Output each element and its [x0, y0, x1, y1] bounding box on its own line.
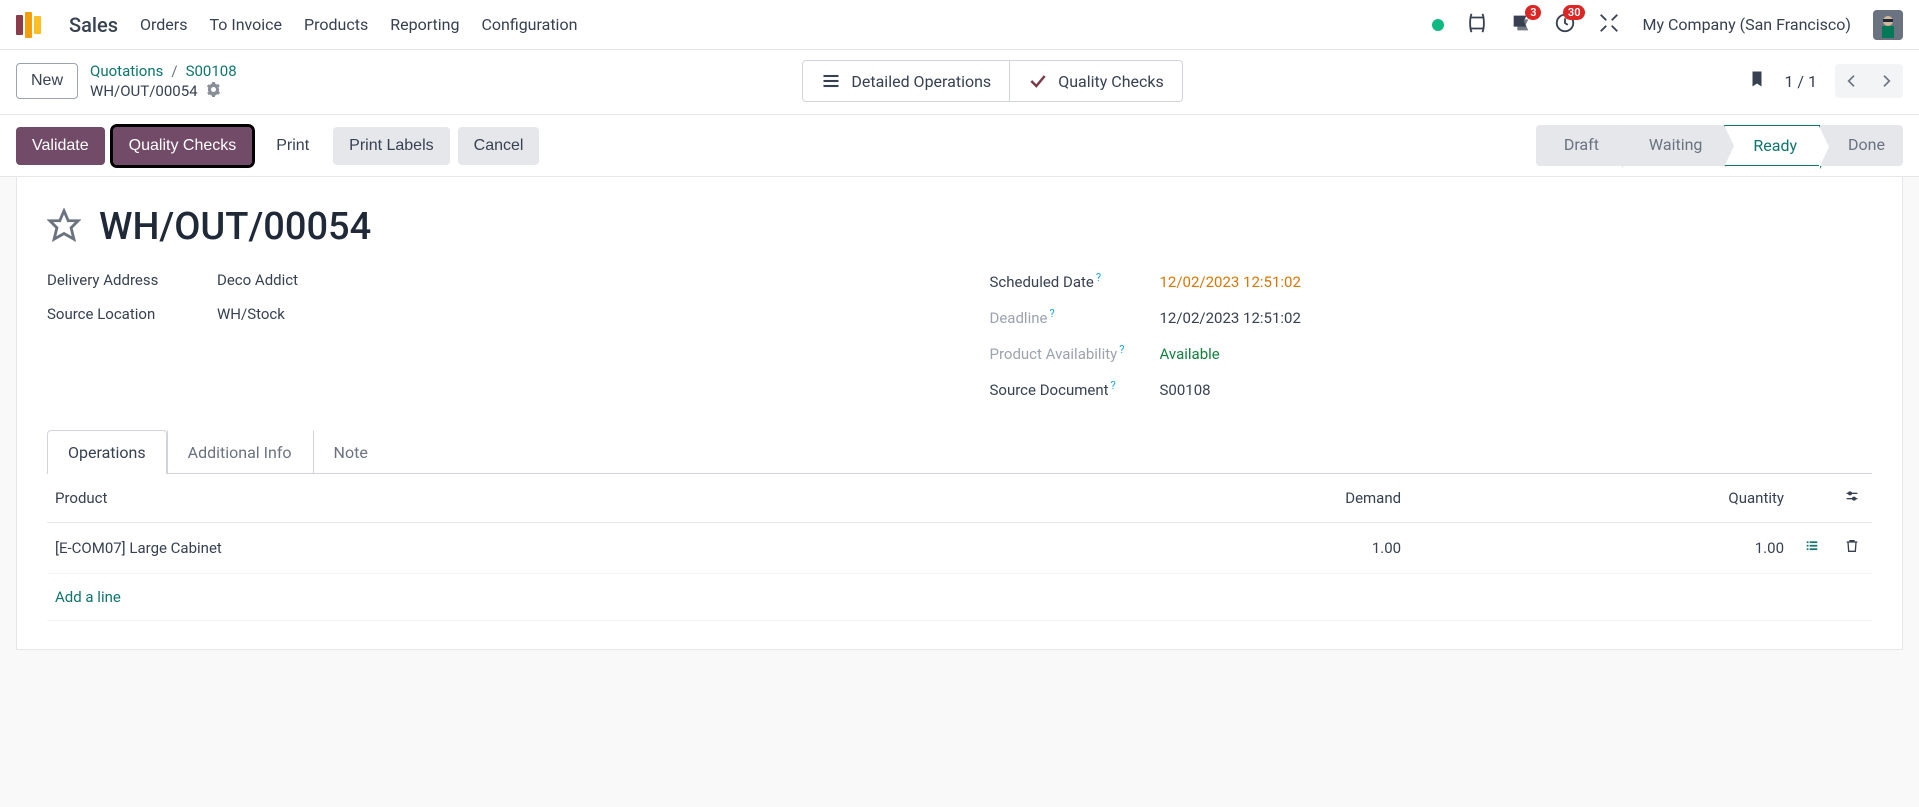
- cancel-button[interactable]: Cancel: [458, 127, 540, 165]
- deadline-label: Deadline?: [990, 307, 1140, 327]
- control-panel: New Quotations / S00108 WH/OUT/00054 Det…: [0, 50, 1919, 115]
- status-ready[interactable]: Ready: [1724, 125, 1820, 166]
- record-title: WH/OUT/00054: [99, 205, 371, 249]
- activities-icon[interactable]: 30: [1554, 12, 1576, 38]
- nav-configuration[interactable]: Configuration: [481, 15, 577, 34]
- app-name[interactable]: Sales: [69, 13, 118, 37]
- breadcrumb-sep: /: [171, 62, 177, 80]
- delivery-address-value[interactable]: Deco Addict: [217, 271, 298, 289]
- top-navbar: Sales Orders To Invoice Products Reporti…: [0, 0, 1919, 50]
- col-product[interactable]: Product: [47, 474, 1025, 523]
- pager-prev-button[interactable]: [1835, 64, 1869, 98]
- messages-badge: 3: [1525, 5, 1541, 20]
- gear-icon[interactable]: [206, 82, 221, 101]
- breadcrumb-order[interactable]: S00108: [186, 62, 237, 80]
- pager-text: 1 / 1: [1784, 72, 1817, 91]
- form-sheet: WH/OUT/00054 Delivery Address Deco Addic…: [16, 177, 1903, 650]
- print-button[interactable]: Print: [260, 127, 325, 165]
- nav-products[interactable]: Products: [304, 15, 368, 34]
- tabs: Operations Additional Info Note: [47, 429, 1872, 474]
- tab-note[interactable]: Note: [313, 430, 389, 474]
- tab-operations[interactable]: Operations: [47, 430, 167, 474]
- help-icon[interactable]: ?: [1049, 307, 1054, 320]
- nav-orders[interactable]: Orders: [140, 15, 187, 34]
- availability-label: Product Availability?: [990, 343, 1140, 363]
- delivery-address-label: Delivery Address: [47, 271, 197, 289]
- source-location-value[interactable]: WH/Stock: [217, 305, 285, 323]
- nav-reporting[interactable]: Reporting: [390, 15, 459, 34]
- help-icon[interactable]: ?: [1111, 379, 1116, 392]
- tab-additional-info[interactable]: Additional Info: [167, 430, 313, 474]
- company-selector[interactable]: My Company (San Francisco): [1642, 15, 1851, 34]
- detailed-operations-label: Detailed Operations: [851, 72, 991, 91]
- cell-product[interactable]: [E-COM07] Large Cabinet: [47, 523, 1025, 574]
- breadcrumb-record: WH/OUT/00054: [90, 82, 198, 100]
- messages-icon[interactable]: 3: [1510, 12, 1532, 38]
- detailed-moves-icon[interactable]: [1803, 539, 1821, 557]
- cell-quantity[interactable]: 1.00: [1409, 523, 1792, 574]
- tools-icon[interactable]: [1598, 12, 1620, 38]
- activities-badge: 30: [1563, 5, 1586, 20]
- breadcrumb: Quotations / S00108 WH/OUT/00054: [90, 62, 237, 101]
- pager-next-button[interactable]: [1869, 64, 1903, 98]
- detailed-operations-button[interactable]: Detailed Operations: [802, 60, 1010, 102]
- delete-row-icon[interactable]: [1844, 541, 1860, 559]
- bookmark-icon[interactable]: [1748, 68, 1766, 94]
- operations-table: Product Demand Quantity [E-COM07] Larg: [47, 474, 1872, 621]
- status-draft[interactable]: Draft: [1536, 125, 1621, 166]
- source-doc-label: Source Document?: [990, 379, 1140, 399]
- breadcrumb-quotations[interactable]: Quotations: [90, 62, 163, 80]
- quality-checks-button[interactable]: Quality Checks: [113, 127, 253, 165]
- scheduled-date-label: Scheduled Date?: [990, 271, 1140, 291]
- col-demand[interactable]: Demand: [1025, 474, 1409, 523]
- quality-checks-stat-button[interactable]: Quality Checks: [1010, 60, 1183, 102]
- availability-value: Available: [1160, 345, 1220, 363]
- print-labels-button[interactable]: Print Labels: [333, 127, 450, 165]
- voip-icon[interactable]: [1466, 12, 1488, 38]
- columns-settings-icon[interactable]: [1843, 490, 1861, 508]
- connection-status-icon: [1432, 19, 1444, 31]
- user-avatar[interactable]: [1873, 10, 1903, 40]
- favorite-star-icon[interactable]: [47, 208, 81, 246]
- source-doc-value[interactable]: S00108: [1160, 381, 1211, 399]
- status-waiting[interactable]: Waiting: [1621, 125, 1724, 166]
- col-quantity[interactable]: Quantity: [1409, 474, 1792, 523]
- nav-to-invoice[interactable]: To Invoice: [209, 15, 282, 34]
- action-bar: Validate Quality Checks Print Print Labe…: [0, 115, 1919, 177]
- deadline-value: 12/02/2023 12:51:02: [1160, 309, 1301, 327]
- new-button[interactable]: New: [16, 63, 78, 99]
- status-done[interactable]: Done: [1820, 125, 1903, 166]
- scheduled-date-value[interactable]: 12/02/2023 12:51:02: [1160, 273, 1301, 291]
- help-icon[interactable]: ?: [1096, 271, 1101, 284]
- add-line-row[interactable]: Add a line: [47, 574, 1872, 621]
- app-logo[interactable]: [16, 12, 41, 38]
- status-bar: Draft Waiting Ready Done: [1536, 125, 1903, 166]
- validate-button[interactable]: Validate: [16, 127, 105, 165]
- source-location-label: Source Location: [47, 305, 197, 323]
- quality-checks-stat-label: Quality Checks: [1058, 72, 1164, 91]
- table-row[interactable]: [E-COM07] Large Cabinet 1.00 1.00: [47, 523, 1872, 574]
- add-line-link[interactable]: Add a line: [55, 588, 121, 606]
- cell-demand[interactable]: 1.00: [1025, 523, 1409, 574]
- help-icon[interactable]: ?: [1119, 343, 1124, 356]
